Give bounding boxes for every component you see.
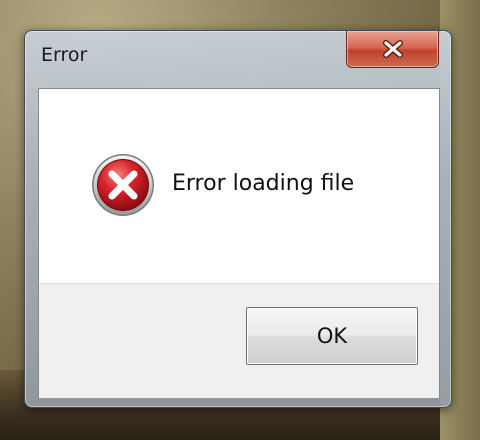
close-icon <box>382 40 403 58</box>
button-bar: OK <box>39 283 439 398</box>
dialog-title: Error <box>41 44 88 66</box>
ok-button[interactable]: OK <box>246 307 418 365</box>
error-message: Error loading file <box>172 171 355 196</box>
message-area: Error loading file <box>39 89 439 283</box>
error-dialog: Error Error loading file OK <box>24 30 452 408</box>
dialog-body: Error loading file OK <box>38 88 440 398</box>
error-icon <box>92 154 154 216</box>
close-button[interactable] <box>346 31 439 68</box>
